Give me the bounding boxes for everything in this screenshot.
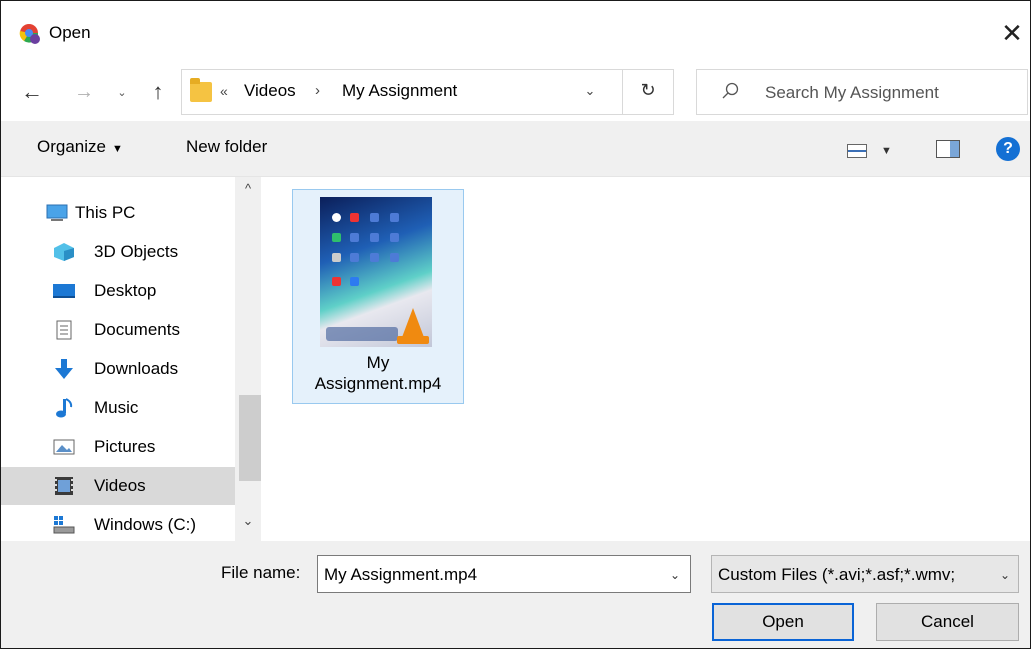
command-bar: Organize ▼ New folder ▼ ? (1, 121, 1030, 177)
search-icon (722, 82, 739, 99)
file-name-label: File name: (221, 563, 301, 582)
file-type-select[interactable]: Custom Files (*.avi;*.asf;*.wmv; ⌄ (711, 555, 1019, 593)
up-arrow-icon[interactable]: ↑ (145, 77, 171, 107)
breadcrumb-separator-icon[interactable]: › (315, 82, 320, 99)
navigation-bar: ← → ⌄ ↑ « Videos › My Assignment ⌄ ↻ Sea… (1, 63, 1030, 121)
sidebar-item-videos[interactable]: Videos (1, 467, 235, 505)
desktop-icon (53, 284, 75, 298)
back-arrow-icon[interactable]: ← (19, 77, 45, 107)
sidebar-item-documents[interactable]: Documents (1, 311, 235, 349)
window-title: Open (49, 23, 91, 42)
downloads-icon (55, 359, 73, 379)
pictures-icon (53, 439, 75, 455)
address-divider (622, 70, 623, 114)
sidebar-item-windows-c[interactable]: Windows (C:) (1, 506, 235, 544)
sidebar-item-label: Pictures (94, 437, 156, 456)
scroll-down-arrow-icon[interactable]: ⌄ (235, 513, 261, 529)
sidebar-item-label: Downloads (94, 359, 179, 378)
address-bar[interactable]: « Videos › My Assignment ⌄ ↻ (181, 69, 674, 115)
scroll-up-arrow-icon[interactable]: ^ (235, 181, 261, 196)
caret-down-icon: ▼ (881, 145, 892, 157)
preview-pane-icon[interactable] (936, 140, 960, 158)
vlc-base (397, 336, 429, 344)
change-view-button[interactable]: ▼ (847, 141, 893, 161)
file-item[interactable]: My Assignment.mp4 (292, 189, 464, 404)
open-file-dialog: Open ✕ ← → ⌄ ↑ « Videos › My Assignment … (0, 0, 1031, 649)
sidebar-item-label: Videos (94, 476, 146, 495)
bottom-panel: File name: My Assignment.mp4 ⌄ Custom Fi… (1, 541, 1030, 648)
sidebar-item-desktop[interactable]: Desktop (1, 272, 235, 310)
search-input[interactable]: Search My Assignment (696, 69, 1028, 115)
sidebar-item-label: Documents (94, 320, 180, 339)
organize-button[interactable]: Organize ▼ (37, 137, 123, 157)
app-icon (19, 24, 40, 44)
sidebar-item-pictures[interactable]: Pictures (1, 428, 235, 466)
help-icon[interactable]: ? (996, 137, 1020, 161)
sidebar-item-label: 3D Objects (94, 242, 179, 261)
sidebar-item-3d-objects[interactable]: 3D Objects (1, 233, 235, 271)
sidebar-item-downloads[interactable]: Downloads (1, 350, 235, 388)
open-button[interactable]: Open (712, 603, 854, 641)
cancel-button[interactable]: Cancel (876, 603, 1019, 641)
search-placeholder: Search My Assignment (765, 83, 939, 102)
sidebar-item-label: This PC (75, 203, 136, 222)
view-icon (847, 144, 867, 158)
breadcrumb-my-assignment[interactable]: My Assignment (342, 81, 457, 101)
close-icon[interactable]: ✕ (994, 15, 1030, 51)
music-icon (56, 398, 73, 418)
breadcrumb-videos[interactable]: Videos (244, 81, 296, 101)
recent-locations-chevron-icon[interactable]: ⌄ (114, 77, 130, 107)
navigation-pane-scrollbar[interactable]: ^ ⌄ (235, 177, 261, 541)
sidebar-item-label: Windows (C:) (94, 515, 197, 534)
documents-icon (56, 320, 72, 340)
sidebar-item-music[interactable]: Music (1, 389, 235, 427)
title-bar: Open ✕ (1, 1, 1030, 63)
refresh-icon[interactable]: ↻ (634, 80, 662, 101)
chevron-down-icon[interactable]: ⌄ (670, 568, 680, 582)
file-name-line: Assignment.mp4 (314, 374, 442, 393)
file-name-label: My Assignment.mp4 (293, 352, 463, 394)
sidebar-item-label: Music (94, 398, 139, 417)
file-list: My Assignment.mp4 (263, 177, 1030, 541)
sidebar-item-this-pc[interactable]: This PC (1, 194, 235, 232)
sidebar-item-label: Desktop (94, 281, 157, 300)
videos-icon (55, 477, 73, 495)
dock (326, 327, 398, 341)
navigation-pane: This PC 3D Objects Desktop Documents Dow… (1, 177, 261, 541)
breadcrumb-overflow-icon[interactable]: « (220, 83, 228, 99)
address-dropdown-chevron-icon[interactable]: ⌄ (578, 83, 602, 99)
organize-label: Organize (37, 137, 106, 156)
file-name-value: My Assignment.mp4 (324, 565, 478, 584)
this-pc-icon (46, 204, 68, 221)
caret-down-icon: ▼ (111, 143, 123, 155)
file-name-field[interactable]: My Assignment.mp4 ⌄ (317, 555, 691, 593)
3d-objects-icon (54, 243, 74, 261)
scrollbar-thumb[interactable] (239, 395, 261, 481)
chevron-down-icon[interactable]: ⌄ (1000, 568, 1010, 582)
new-folder-button[interactable]: New folder (186, 137, 267, 157)
drive-icon (53, 516, 75, 534)
folder-icon (190, 78, 212, 102)
file-type-value: Custom Files (*.avi;*.asf;*.wmv; (718, 565, 956, 584)
file-name-line: My (366, 353, 390, 372)
forward-arrow-icon[interactable]: → (71, 77, 97, 107)
